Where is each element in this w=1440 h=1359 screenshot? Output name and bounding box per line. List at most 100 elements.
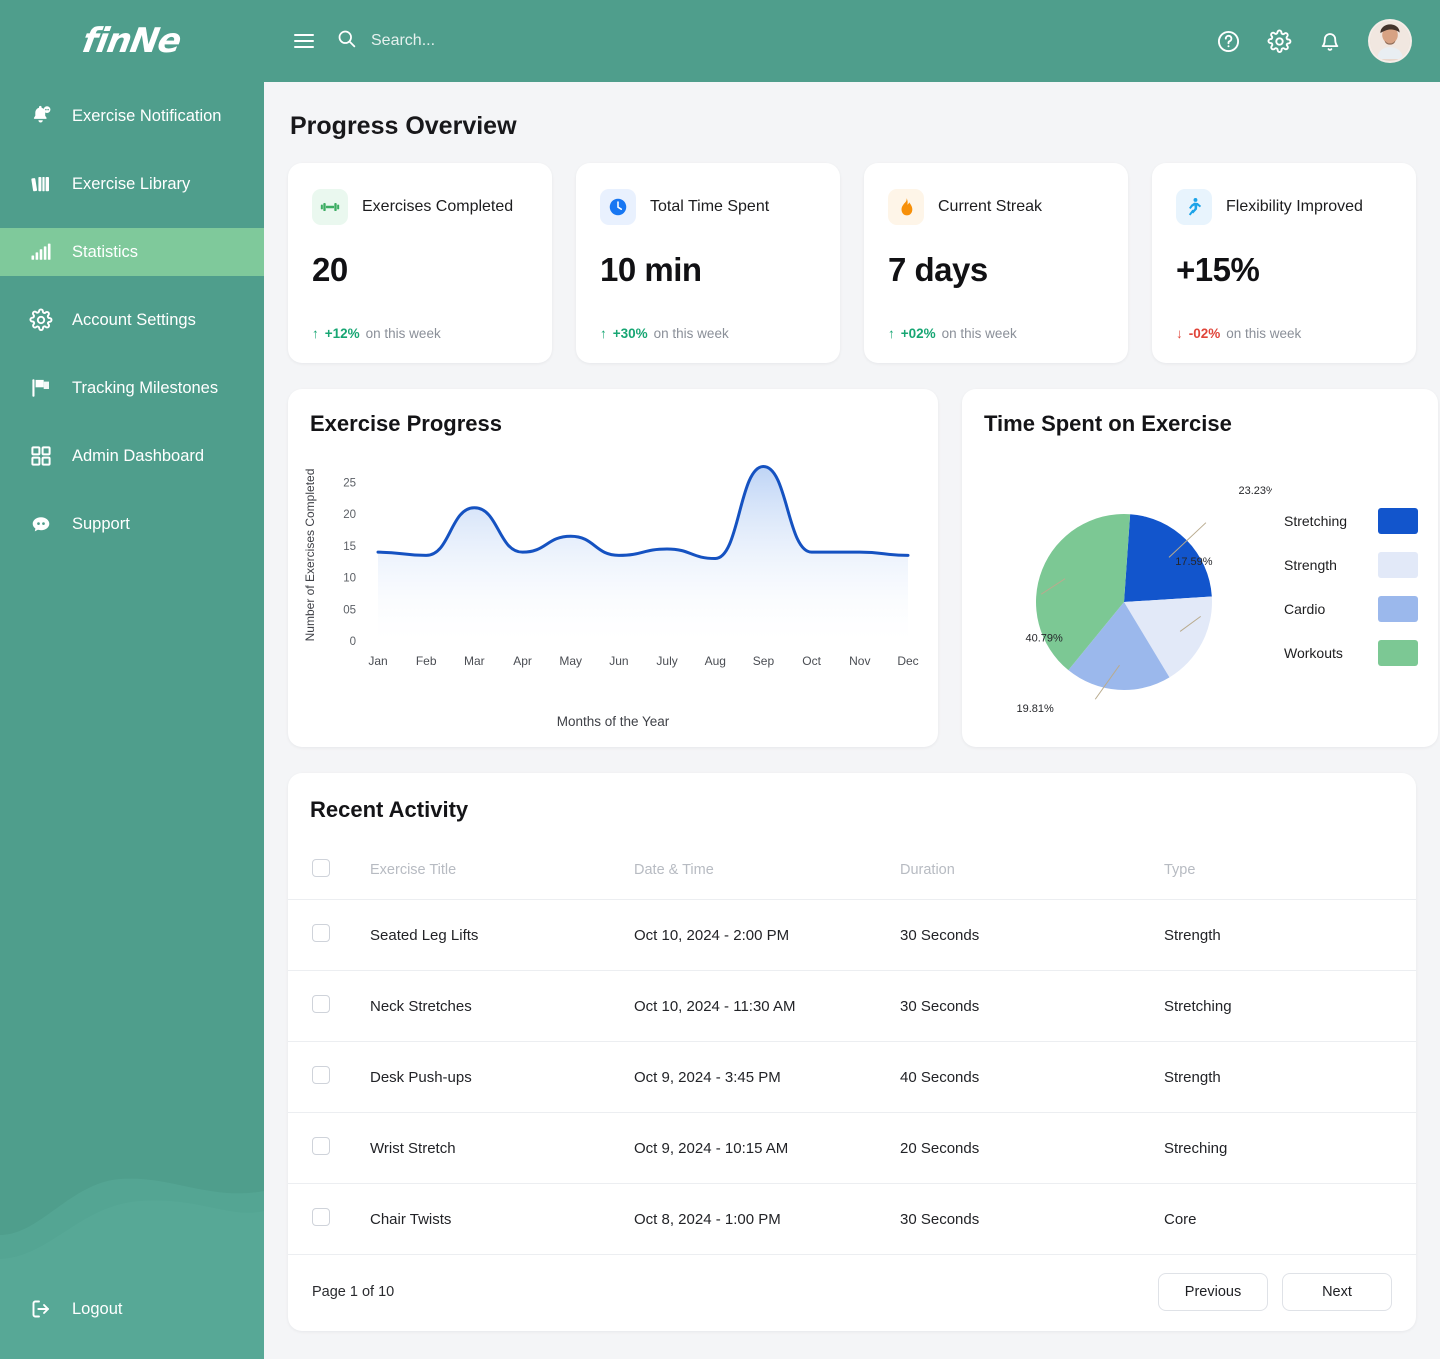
sidebar-item-account-settings[interactable]: Account Settings [0,296,264,344]
cell-exercise-title: Desk Push-ups [362,1041,626,1113]
cell-exercise-title: Seated Leg Lifts [362,899,626,971]
pagination-controls: Previous Next [1158,1273,1392,1311]
help-circle-icon[interactable] [1216,29,1241,54]
pie-chart-svg: 23.23% 17.59% 19.81% 40.79% [1016,485,1272,715]
gear-icon [28,308,54,332]
pie-chart-legend: Stretching Strength Cardio Workouts [1284,508,1418,666]
stat-card-header: Flexibility Improved [1176,189,1392,225]
stat-card-flexibility-improved: Flexibility Improved +15% ↓ -02% on this… [1152,163,1416,363]
row-checkbox[interactable] [312,1066,330,1084]
row-checkbox[interactable] [312,995,330,1013]
sidebar-item-exercise-library[interactable]: Exercise Library [0,160,264,208]
column-header-type[interactable]: Type [1156,845,1416,900]
y-tick-label: 15 [343,541,356,553]
x-tick-label: Feb [416,654,437,668]
table-row[interactable]: Wrist Stretch Oct 9, 2024 - 10:15 AM 20 Se… [288,1112,1416,1184]
sidebar-item-label: Exercise Notification [72,106,222,125]
cell-type: Stretching [1156,970,1416,1042]
y-tick-label: 10 [343,573,356,585]
x-tick-label: Nov [849,654,870,668]
stat-card-value: 7 days [888,251,988,288]
row-checkbox[interactable] [312,1208,330,1226]
app-root: finNe Exercise Notification Exercise Lib… [0,0,1440,1359]
stat-card-value: 20 [312,251,348,288]
exercise-progress-chart: Number of Exercises Completed 25 20 15 10 05 0… [288,437,938,714]
stat-card-title: Current Streak [938,198,1043,215]
stat-card-value: +15% [1176,251,1260,288]
bar-chart-icon [28,240,54,264]
row-checkbox[interactable] [312,924,330,942]
row-checkbox[interactable] [312,1137,330,1155]
hamburger-icon[interactable] [294,34,314,48]
bell-icon[interactable] [1318,29,1342,53]
stat-card-footer: ↑ +30% on this week [600,326,816,341]
table-row[interactable]: Chair Twists Oct 8, 2024 - 1:00 PM 30 Seco… [288,1183,1416,1255]
avatar-image [1370,21,1410,59]
sidebar-item-admin-dashboard[interactable]: Admin Dashboard [0,432,264,480]
gear-icon[interactable] [1267,29,1292,54]
stat-card-delta: -02% [1188,326,1221,341]
search-box[interactable] [336,28,1194,54]
legend-swatch [1378,508,1418,534]
table-head: Exercise Title Date & Time Duration Type [288,845,1416,900]
row-select-cell [288,970,362,1042]
stat-card-delta: +30% [612,326,648,341]
pie-value-label: 40.79% [1026,633,1064,645]
content-area: Progress Overview Exercises Completed 20… [264,82,1440,1359]
stat-card-title: Flexibility Improved [1226,198,1363,215]
pie-value-label: 19.81% [1016,703,1054,715]
books-icon [28,172,54,196]
sidebar-item-exercise-notification[interactable]: Exercise Notification [0,92,264,140]
cell-type: Strength [1156,1041,1416,1113]
grid-icon [31,446,51,466]
stat-card-delta-suffix: on this week [365,326,441,341]
cell-date-time: Oct 8, 2024 - 1:00 PM [626,1183,892,1255]
logout-icon [28,1297,54,1321]
column-header-date-time[interactable]: Date & Time [626,845,892,900]
logout-button[interactable]: Logout [0,1285,264,1333]
column-header-duration[interactable]: Duration [892,845,1156,900]
time-spent-card: Time Spent on Exercise 23.23% 17.59% 19.81… [962,389,1438,747]
legend-item[interactable]: Cardio [1284,596,1418,622]
legend-label: Strength [1284,557,1337,573]
table-row[interactable]: Seated Leg Lifts Oct 10, 2024 - 2:00 PM 30… [288,899,1416,971]
stat-card-delta: +02% [900,326,936,341]
table-row[interactable]: Desk Push-ups Oct 9, 2024 - 3:45 PM 40 Sec… [288,1041,1416,1113]
sidebar-item-support[interactable]: Support [0,500,264,548]
legend-item[interactable]: Workouts [1284,640,1418,666]
sidebar-item-statistics[interactable]: Statistics [0,228,264,276]
pie-chart-wrap: 23.23% 17.59% 19.81% 40.79% Stretching Stren… [962,437,1438,747]
pie-value-label: 23.23% [1238,485,1272,497]
cell-duration: 30 Seconds [892,899,1156,971]
sidebar-item-label: Exercise Library [72,174,191,193]
sidebar-item-label: Support [72,514,130,533]
x-tick-label: Apr [513,654,532,668]
sidebar-item-tracking-milestones[interactable]: Tracking Milestones [0,364,264,412]
column-header-exercise-title[interactable]: Exercise Title [362,845,626,900]
x-tick-label: Mar [464,654,485,668]
y-tick-label: 0 [350,636,356,648]
table-row[interactable]: Neck Stretches Oct 10, 2024 - 11:30 AM 30 … [288,970,1416,1042]
legend-item[interactable]: Strength [1284,552,1418,578]
select-all-checkbox[interactable] [312,859,330,877]
brand-logo[interactable]: finNe [0,0,264,82]
cell-type: Streching [1156,1112,1416,1184]
search-input[interactable] [371,28,691,54]
trend-up-icon: ↑ [888,326,895,341]
cell-exercise-title: Chair Twists [362,1183,626,1255]
avatar[interactable] [1368,19,1412,63]
previous-page-button[interactable]: Previous [1158,1273,1268,1311]
cell-date-time: Oct 10, 2024 - 2:00 PM [626,899,892,971]
table-body: Seated Leg Lifts Oct 10, 2024 - 2:00 PM 30… [288,899,1416,1255]
stat-card-delta-suffix: on this week [941,326,1017,341]
select-all-cell [288,845,362,900]
brand-logo-text: finNe [79,21,185,61]
legend-item[interactable]: Stretching [1284,508,1418,534]
next-page-button[interactable]: Next [1282,1273,1392,1311]
x-tick-label: Oct [802,654,821,668]
line-chart-area [378,466,908,641]
table-header-row: Exercise Title Date & Time Duration Type [288,845,1416,900]
pie-value-label: 17.59% [1175,556,1213,568]
cell-type: Strength [1156,899,1416,971]
line-chart-ylabel: Number of Exercises Completed [303,469,317,642]
